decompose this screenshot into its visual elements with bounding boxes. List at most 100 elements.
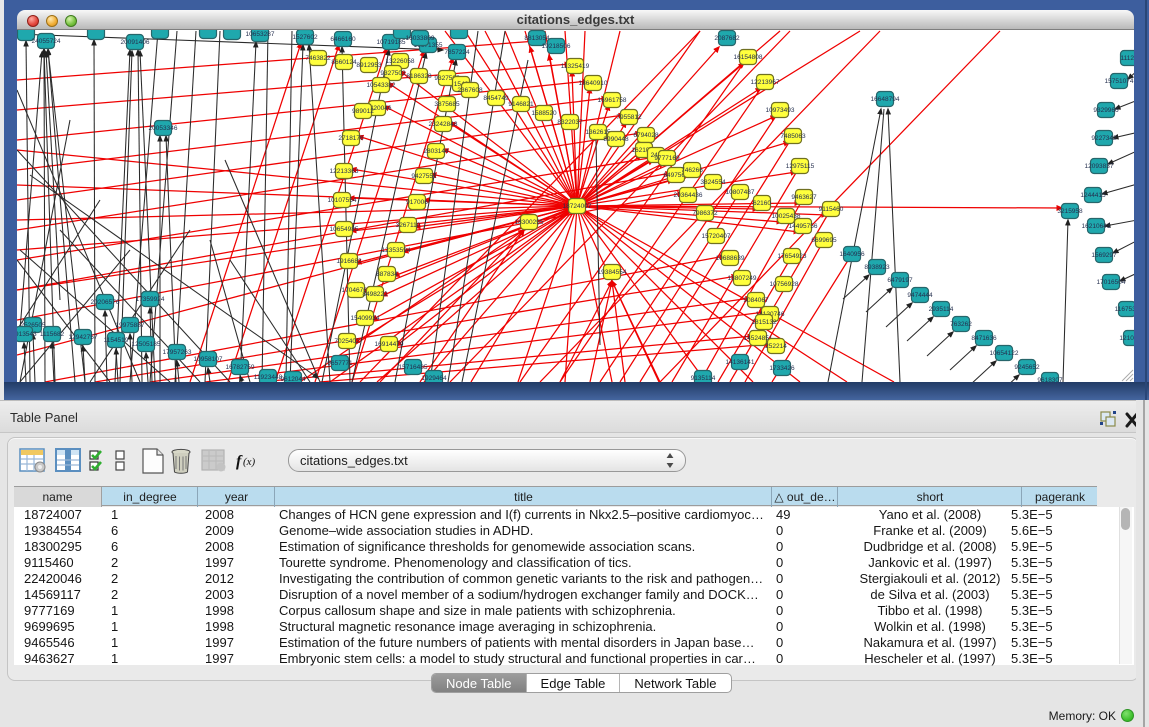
svg-text:16782759: 16782759 [226,364,255,371]
svg-text:1210354: 1210354 [1119,335,1134,342]
svg-text:3215958: 3215958 [1057,208,1083,215]
svg-text:6479197: 6479197 [887,277,913,284]
svg-text:20091406: 20091406 [121,39,150,46]
svg-text:9329966: 9329966 [1093,107,1119,114]
svg-text:19218506: 19218506 [542,43,571,50]
svg-text:11923448: 11923448 [254,374,283,381]
svg-text:8813054: 8813054 [524,35,550,42]
svg-text:1588520: 1588520 [531,110,557,117]
svg-text:12942757: 12942757 [69,334,98,341]
svg-text:763262: 763262 [950,321,972,328]
svg-text:12213363: 12213363 [330,168,359,175]
svg-text:18724007: 18724007 [563,203,592,210]
svg-text:16961758: 16961758 [598,97,627,104]
svg-text:11123: 11123 [1120,55,1134,62]
svg-text:8990448: 8990448 [603,136,629,143]
svg-text:3267110: 3267110 [396,222,421,229]
svg-text:18807249: 18807249 [728,275,757,282]
svg-text:989012: 989012 [352,108,374,115]
svg-text:16154808: 16154808 [734,54,763,61]
svg-text:10654122: 10654122 [990,350,1019,357]
svg-text:23242848: 23242848 [429,121,458,128]
svg-text:8186328: 8186328 [406,73,432,80]
svg-text:8454749: 8454749 [483,95,509,102]
svg-text:12505185: 12505185 [132,341,161,348]
svg-text:20053346: 20053346 [149,125,178,132]
svg-text:10719185: 10719185 [377,39,406,46]
svg-text:1167534: 1167534 [1115,306,1134,313]
svg-text:9227342: 9227342 [1091,135,1117,142]
svg-text:3875685: 3875685 [434,101,460,108]
svg-text:9084067: 9084067 [743,297,769,304]
svg-text:1916682: 1916682 [336,258,362,265]
svg-text:1815132: 1815132 [751,319,777,326]
svg-text:8660124: 8660124 [331,59,357,66]
svg-text:9245652: 9245652 [1014,364,1040,371]
svg-text:17654923: 17654923 [778,253,807,260]
svg-text:16914479: 16914479 [375,341,404,348]
svg-text:1640956: 1640956 [839,251,865,258]
svg-text:16648794: 16648794 [871,96,900,103]
svg-text:7025402: 7025402 [334,338,360,345]
svg-text:9777169: 9777169 [654,155,680,162]
svg-text:15409934: 15409934 [351,315,380,322]
svg-text:10807487: 10807487 [726,189,755,196]
svg-text:2935114: 2935114 [929,306,954,313]
svg-text:2803144: 2803144 [423,148,449,155]
svg-text:9474444: 9474444 [907,292,933,299]
svg-text:14495756: 14495756 [789,223,818,230]
svg-text:252214: 252214 [765,343,787,350]
svg-text:18300295: 18300295 [515,219,544,226]
svg-text:1733426: 1733426 [769,365,795,372]
svg-text:17016504: 17016504 [1097,279,1126,286]
svg-text:12353594: 12353594 [382,247,411,254]
svg-text:10543382: 10543382 [367,82,396,89]
svg-text:1929464: 1929464 [421,375,447,382]
svg-text:917006: 917006 [406,199,428,206]
svg-text:9146821: 9146821 [508,101,534,108]
svg-text:7485063: 7485063 [780,133,806,140]
svg-text:1527602: 1527602 [292,34,318,41]
svg-text:2367608: 2367608 [457,87,483,94]
svg-text:7955812: 7955812 [616,114,642,121]
svg-text:9618307: 9618307 [1037,377,1063,382]
svg-text:7857224: 7857224 [444,49,470,56]
svg-text:9427552: 9427552 [411,173,437,180]
svg-text:8471636: 8471636 [971,335,997,342]
svg-text:19384554: 19384554 [598,269,627,276]
svg-text:12093837: 12093837 [1085,163,1114,170]
svg-text:f: f [236,453,243,470]
svg-text:12213967: 12213967 [751,79,780,86]
svg-text:6794028: 6794028 [633,132,659,139]
svg-text:11325419: 11325419 [561,63,590,70]
svg-text:9657771: 9657771 [327,360,353,367]
svg-text:8498222: 8498222 [362,291,388,298]
svg-text:2087682: 2087682 [714,35,740,42]
svg-text:16210643: 16210643 [1082,223,1111,230]
svg-text:16033809: 16033809 [406,35,435,42]
svg-text:1115682: 1115682 [40,331,65,338]
svg-text:13226058: 13226058 [386,58,415,65]
svg-text:24055724: 24055724 [32,38,61,45]
svg-text:17957263: 17957263 [163,349,192,356]
svg-text:2718176: 2718176 [338,135,364,142]
svg-text:8912953: 8912953 [356,62,382,69]
svg-text:19975887: 19975887 [116,322,145,329]
svg-text:14136141: 14136141 [726,359,755,366]
svg-text:20364436: 20364436 [674,192,703,199]
svg-text:10688639: 10688639 [716,255,745,262]
svg-text:18640910: 18640910 [579,80,608,87]
svg-text:9612044: 9612044 [280,376,306,382]
svg-text:20206576: 20206576 [91,299,120,306]
svg-text:1569297: 1569297 [1091,252,1117,259]
svg-text:7463822: 7463822 [305,55,331,62]
svg-text:9115460: 9115460 [819,206,844,213]
svg-text:9463627: 9463627 [791,194,817,201]
svg-text:9135114: 9135114 [691,375,716,382]
svg-text:10107554: 10107554 [328,197,357,204]
svg-text:15720407: 15720407 [702,233,731,240]
svg-text:12975115: 12975115 [786,163,815,170]
svg-text:(x): (x) [243,456,256,468]
svg-text:10756928: 10756928 [770,281,799,288]
svg-text:6466160: 6466160 [330,36,356,43]
